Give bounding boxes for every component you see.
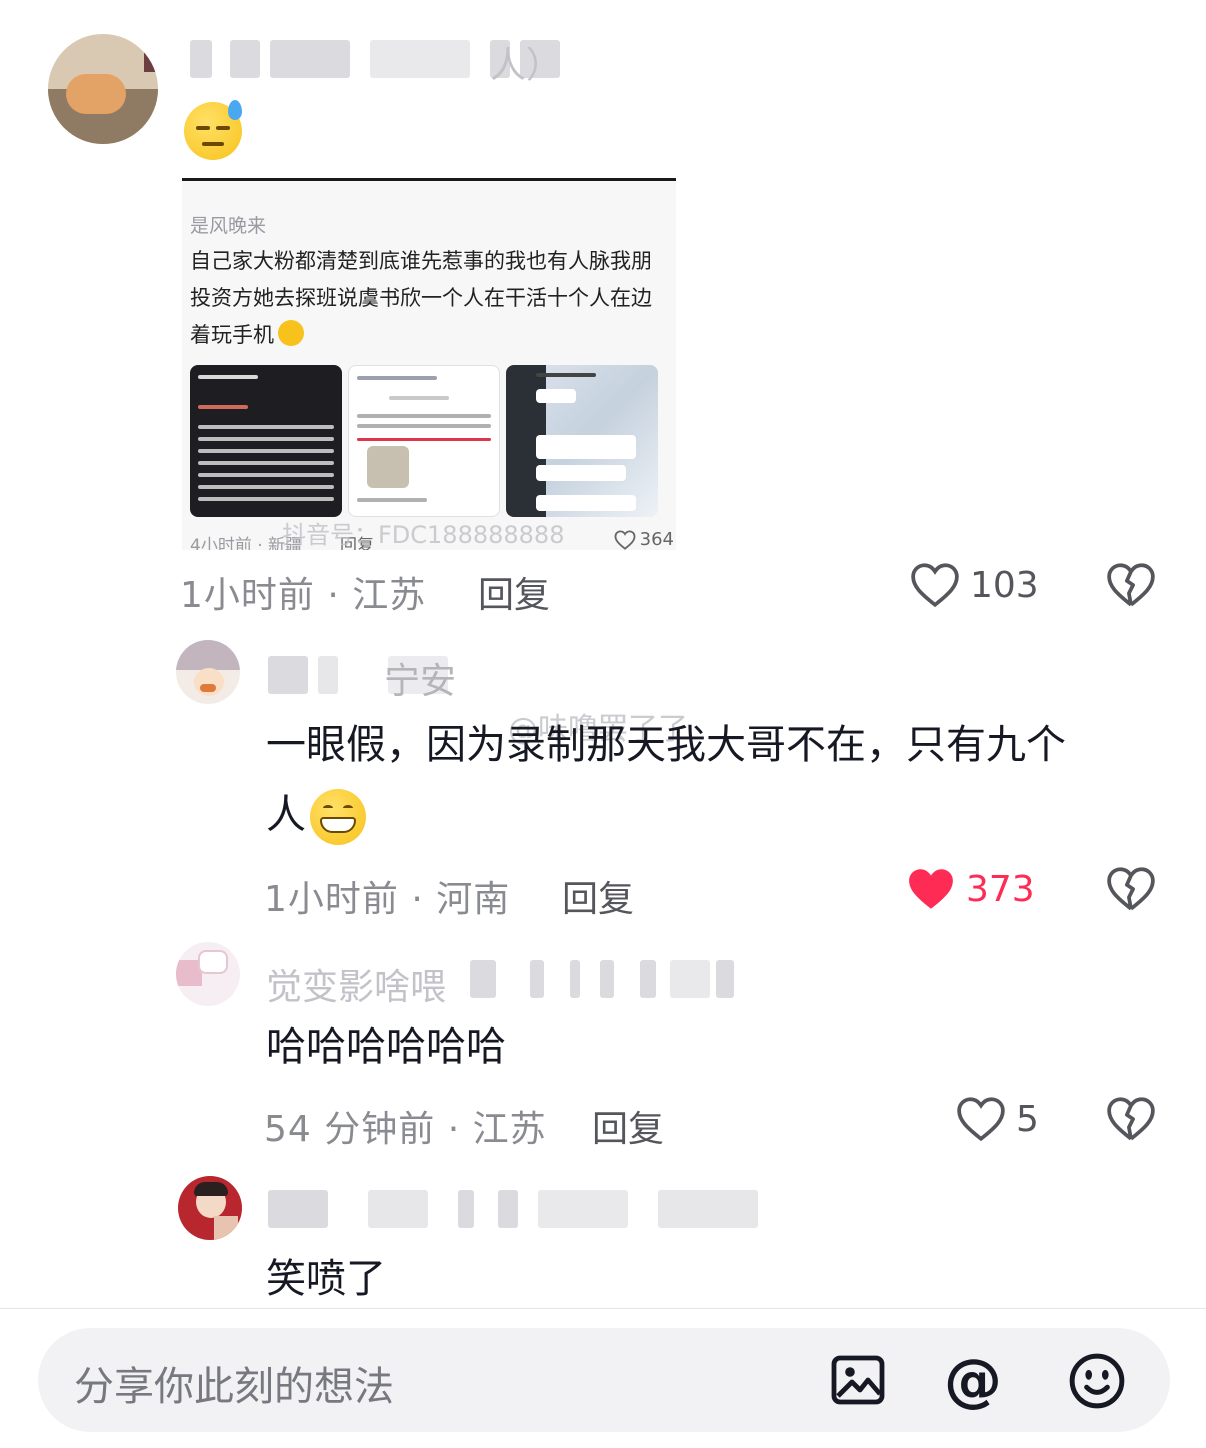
reply-2-avatar[interactable] <box>176 942 240 1006</box>
image-icon[interactable] <box>830 1352 886 1408</box>
reply-3-avatar[interactable] <box>178 1176 242 1240</box>
commenter-avatar[interactable] <box>48 34 158 144</box>
reply-1-like-count: 373 <box>966 868 1035 910</box>
quoted-text: 自己家大粉都清楚到底谁先惹事的我也有人脉我朋 投资方她去探班说虞书欣一个人在干活… <box>190 249 652 347</box>
crying-emoji-icon <box>278 320 304 346</box>
grin-emoji-icon <box>310 789 366 845</box>
reply-2-time-location: 54 分钟前 · 江苏 <box>264 1109 547 1150</box>
comment-like-button[interactable]: 103 <box>910 562 1039 608</box>
quoted-comment-image[interactable]: 是风晚来 自己家大粉都清楚到底谁先惹事的我也有人脉我朋 投资方她去探班说虞书欣一… <box>182 178 676 550</box>
reply-1-time-location: 1小时前 · 河南 <box>264 879 511 920</box>
reply-2-like-count: 5 <box>1016 1098 1039 1140</box>
heart-outline-icon <box>614 529 636 550</box>
commenter-name-tail: 人） <box>490 45 563 86</box>
reply-1-name-tail: 宁安 <box>384 661 457 702</box>
comment-input-placeholder[interactable]: 分享你此刻的想法 <box>74 1354 394 1412</box>
reply-1-reply-button[interactable]: 回复 <box>562 870 634 922</box>
broken-heart-icon[interactable] <box>1106 1096 1156 1142</box>
reply-1-content: 一眼假，因为录制那天我大哥不在，只有九个 人 <box>266 710 1166 850</box>
reply-1-avatar[interactable] <box>176 640 240 704</box>
at-mention-icon[interactable]: @ <box>944 1346 1002 1414</box>
comment-reply-button[interactable]: 回复 <box>478 566 550 618</box>
comment-like-count: 103 <box>970 564 1039 606</box>
quoted-thumb-2 <box>348 365 500 517</box>
quoted-thumb-1 <box>190 365 342 517</box>
emoji-picker-icon[interactable] <box>1068 1352 1126 1410</box>
comment-time-location: 1小时前 · 江苏 <box>180 575 427 616</box>
reply-3-content: 笑喷了 <box>266 1256 386 1302</box>
sweat-emoji-icon <box>184 100 242 160</box>
reply-3-name[interactable] <box>268 1190 768 1228</box>
heart-filled-icon <box>909 869 953 909</box>
heart-outline-icon <box>957 1097 1005 1142</box>
reply-1-like-button[interactable]: 373 <box>906 866 1035 912</box>
reply-2-like-button[interactable]: 5 <box>956 1096 1039 1142</box>
quoted-username: 是风晚来 <box>190 215 267 237</box>
quoted-like-count: 364 <box>614 529 674 550</box>
reply-2-name[interactable] <box>470 960 790 998</box>
reply-2-reply-button[interactable]: 回复 <box>592 1100 664 1152</box>
heart-outline-icon <box>911 563 959 608</box>
douyin-watermark: 抖音号：FDC188888888 <box>282 521 565 549</box>
input-divider <box>0 1308 1206 1309</box>
broken-heart-icon[interactable] <box>1106 866 1156 912</box>
reply-2-name-tail: 觉变影啥喂 <box>266 967 447 1008</box>
quoted-thumb-3 <box>506 365 658 517</box>
reply-2-content: 哈哈哈哈哈哈 <box>266 1024 506 1070</box>
comment-input-bar[interactable]: 分享你此刻的想法 @ <box>38 1328 1170 1432</box>
broken-heart-icon[interactable] <box>1106 562 1156 608</box>
